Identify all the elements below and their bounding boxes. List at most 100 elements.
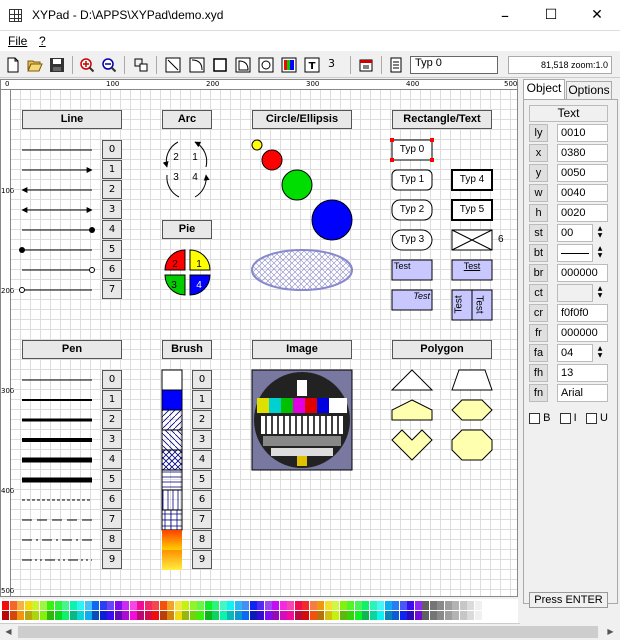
color-swatch[interactable]: [107, 611, 114, 620]
property-field-st[interactable]: 00: [557, 224, 593, 242]
maximize-button[interactable]: ☐: [528, 0, 574, 31]
color-swatch[interactable]: [167, 611, 174, 620]
spinner-ct[interactable]: ▲ ▼: [596, 285, 604, 301]
color-swatch[interactable]: [474, 611, 482, 620]
property-field-w[interactable]: 0040: [557, 184, 608, 202]
color-swatch[interactable]: [17, 601, 24, 610]
minimize-button[interactable]: –: [482, 0, 528, 31]
color-swatch[interactable]: [414, 611, 422, 620]
property-field-h[interactable]: 0020: [557, 204, 608, 222]
color-swatch[interactable]: [302, 601, 309, 610]
color-swatch[interactable]: [369, 611, 377, 620]
color-swatch[interactable]: [377, 611, 384, 620]
color-swatch[interactable]: [407, 601, 414, 610]
brush-number[interactable]: 1: [192, 390, 212, 409]
color-swatch[interactable]: [167, 601, 174, 610]
color-swatch[interactable]: [99, 601, 107, 610]
color-swatch[interactable]: [392, 601, 399, 610]
color-swatch[interactable]: [219, 601, 227, 610]
rect-typ0[interactable]: Typ 0: [392, 144, 432, 155]
brush-number[interactable]: 9: [192, 550, 212, 569]
line-tool-button[interactable]: [164, 56, 182, 74]
color-swatch[interactable]: [99, 611, 107, 620]
color-swatch[interactable]: [47, 611, 54, 620]
color-swatch[interactable]: [9, 611, 17, 620]
color-swatch[interactable]: [422, 601, 429, 610]
color-swatch[interactable]: [69, 611, 77, 620]
color-swatch[interactable]: [264, 611, 272, 620]
pen-number[interactable]: 6: [102, 490, 122, 509]
color-swatch[interactable]: [294, 611, 302, 620]
color-swatch[interactable]: [377, 601, 384, 610]
color-swatch[interactable]: [354, 601, 362, 610]
color-swatch[interactable]: [384, 601, 392, 610]
select-tool-button[interactable]: [132, 56, 150, 74]
property-field-br[interactable]: 000000: [557, 264, 608, 282]
color-swatch[interactable]: [242, 601, 249, 610]
spin-down-icon[interactable]: ▼: [598, 252, 603, 259]
color-swatch[interactable]: [339, 611, 347, 620]
color-swatch[interactable]: [234, 601, 242, 610]
color-swatch[interactable]: [429, 611, 437, 620]
color-swatch[interactable]: [459, 601, 467, 610]
color-swatch[interactable]: [324, 611, 332, 620]
tab-object[interactable]: Object: [523, 79, 565, 99]
save-button[interactable]: [48, 56, 66, 74]
color-swatch[interactable]: [362, 601, 369, 610]
color-swatch[interactable]: [257, 611, 264, 620]
color-swatch[interactable]: [422, 611, 429, 620]
brush-number[interactable]: 0: [192, 370, 212, 389]
color-swatch[interactable]: [174, 601, 182, 610]
color-swatch[interactable]: [212, 611, 219, 620]
pen-number[interactable]: 3: [102, 430, 122, 449]
color-swatch[interactable]: [474, 601, 482, 610]
color-swatch[interactable]: [317, 601, 324, 610]
color-swatch[interactable]: [2, 611, 9, 620]
color-swatch[interactable]: [77, 611, 84, 620]
color-swatch[interactable]: [452, 611, 459, 620]
color-swatch[interactable]: [24, 611, 32, 620]
brush-number[interactable]: 3: [192, 430, 212, 449]
color-swatch[interactable]: [189, 601, 197, 610]
color-swatch[interactable]: [32, 611, 39, 620]
rect-typ4[interactable]: Typ 4: [452, 174, 492, 185]
color-swatch[interactable]: [174, 611, 182, 620]
spin-up-icon[interactable]: ▲: [598, 345, 603, 352]
pie-tool-button[interactable]: [234, 56, 252, 74]
color-swatch[interactable]: [212, 601, 219, 610]
color-swatch[interactable]: [69, 601, 77, 610]
color-swatch[interactable]: [17, 611, 24, 620]
color-swatch[interactable]: [459, 611, 467, 620]
brush-number[interactable]: 4: [192, 450, 212, 469]
rect-typ2[interactable]: Typ 2: [392, 204, 432, 215]
color-swatch[interactable]: [84, 611, 92, 620]
color-swatch[interactable]: [294, 601, 302, 610]
color-swatch[interactable]: [324, 601, 332, 610]
color-swatch[interactable]: [227, 601, 234, 610]
color-swatch[interactable]: [227, 611, 234, 620]
color-swatch[interactable]: [189, 611, 197, 620]
text-test-3[interactable]: Test: [392, 291, 430, 301]
pen-number[interactable]: 7: [102, 510, 122, 529]
pen-number[interactable]: 0: [102, 370, 122, 389]
color-swatch[interactable]: [302, 611, 309, 620]
spinner-fa[interactable]: ▲ ▼: [596, 345, 604, 361]
color-swatch[interactable]: [347, 611, 354, 620]
text-edit-button[interactable]: [387, 56, 405, 74]
spin-up-icon[interactable]: ▲: [598, 285, 603, 292]
color-swatch[interactable]: [437, 601, 444, 610]
spinner-st[interactable]: ▲ ▼: [596, 225, 604, 241]
color-swatch[interactable]: [264, 601, 272, 610]
color-swatch[interactable]: [122, 611, 129, 620]
menu-file[interactable]: File: [8, 34, 27, 48]
new-file-button[interactable]: [4, 56, 22, 74]
property-field-fr[interactable]: 000000: [557, 324, 608, 342]
rect-typ3[interactable]: Typ 3: [392, 234, 432, 245]
brush-number[interactable]: 7: [192, 510, 212, 529]
color-swatch[interactable]: [249, 601, 257, 610]
pen-number[interactable]: 1: [102, 390, 122, 409]
spin-down-icon[interactable]: ▼: [598, 292, 603, 299]
color-swatch[interactable]: [272, 611, 279, 620]
color-swatch[interactable]: [467, 601, 474, 610]
color-swatch[interactable]: [332, 601, 339, 610]
